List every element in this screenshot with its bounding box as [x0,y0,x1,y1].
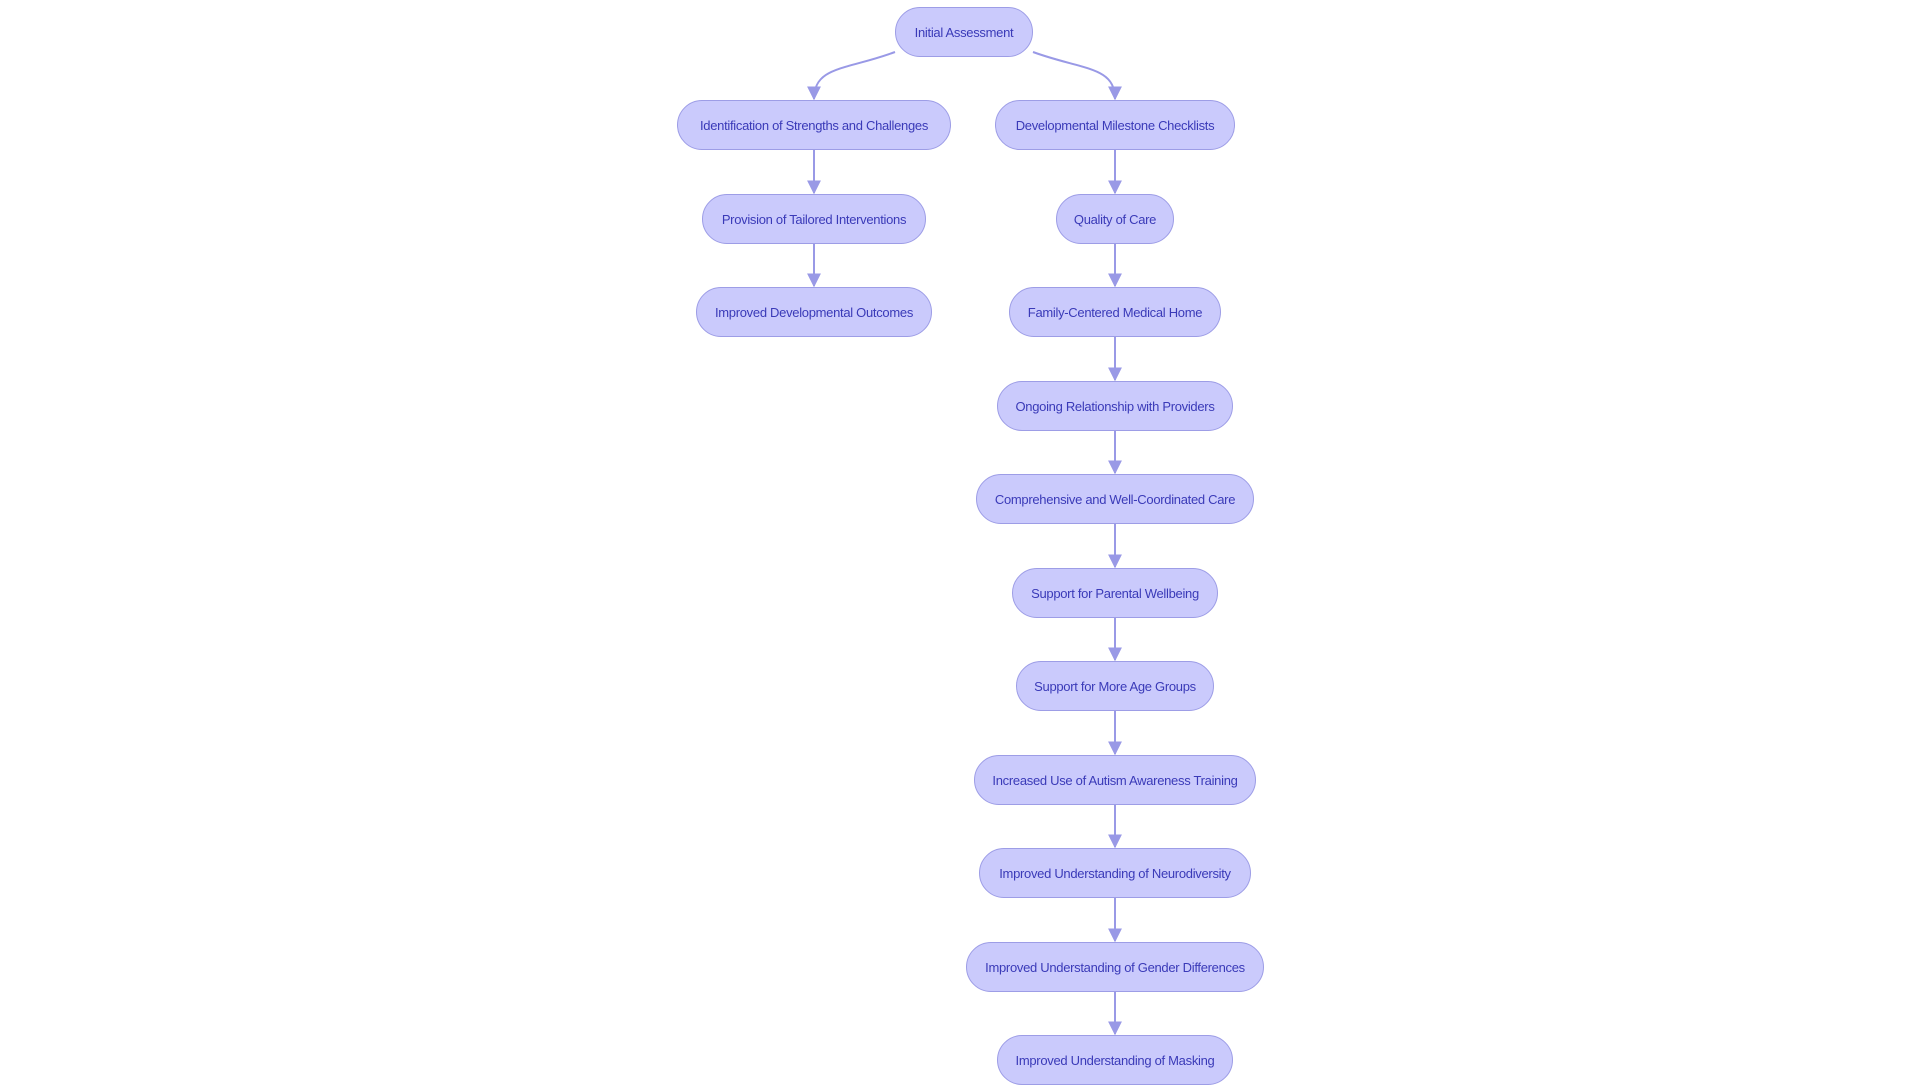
node-provision-of-tailored-interventions[interactable]: Provision of Tailored Interventions [702,194,926,244]
node-support-parental-wellbeing[interactable]: Support for Parental Wellbeing [1012,568,1218,618]
edge-arrow [1032,51,1122,101]
node-understanding-neurodiversity[interactable]: Improved Understanding of Neurodiversity [979,848,1251,898]
node-family-centered-medical-home[interactable]: Family-Centered Medical Home [1009,287,1221,337]
node-support-more-age-groups[interactable]: Support for More Age Groups [1016,661,1214,711]
node-understanding-gender-differences[interactable]: Improved Understanding of Gender Differe… [966,942,1264,992]
node-ongoing-relationship-with-providers[interactable]: Ongoing Relationship with Providers [997,381,1233,431]
edge-arrow [807,51,896,101]
node-autism-awareness-training[interactable]: Increased Use of Autism Awareness Traini… [974,755,1256,805]
node-identification-of-strengths[interactable]: Identification of Strengths and Challeng… [677,100,951,150]
flowchart: Initial Assessment Identification of Str… [0,0,1920,1085]
node-developmental-milestone-checklists[interactable]: Developmental Milestone Checklists [995,100,1235,150]
node-comprehensive-coordinated-care[interactable]: Comprehensive and Well-Coordinated Care [976,474,1254,524]
edges-layer [807,51,1122,1036]
node-quality-of-care[interactable]: Quality of Care [1056,194,1174,244]
node-improved-developmental-outcomes[interactable]: Improved Developmental Outcomes [696,287,932,337]
node-initial-assessment[interactable]: Initial Assessment [895,7,1033,57]
node-understanding-masking[interactable]: Improved Understanding of Masking [997,1035,1233,1085]
